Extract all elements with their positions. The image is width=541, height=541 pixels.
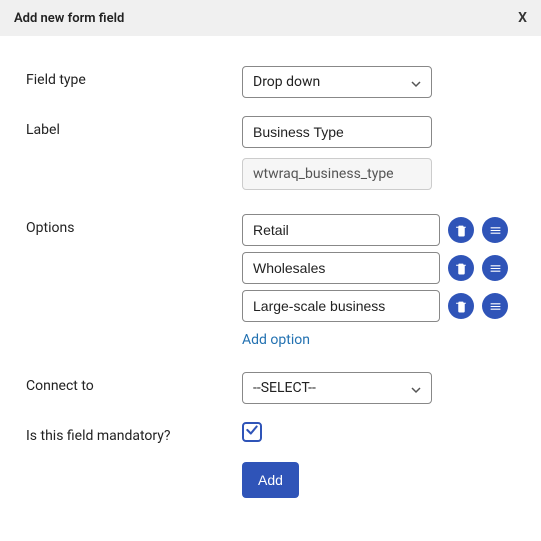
close-button[interactable]: X xyxy=(518,10,527,26)
modal-title: Add new form field xyxy=(14,11,124,26)
reorder-option-button[interactable] xyxy=(482,217,508,243)
chevron-down-icon xyxy=(411,77,421,87)
option-row xyxy=(242,290,515,322)
trash-icon xyxy=(455,224,468,237)
trash-icon xyxy=(455,300,468,313)
connect-to-label: Connect to xyxy=(26,372,242,394)
trash-icon xyxy=(455,262,468,275)
modal-header: Add new form field X xyxy=(0,0,541,36)
field-type-select[interactable]: Drop down xyxy=(242,66,432,98)
mandatory-label: Is this field mandatory? xyxy=(26,422,242,444)
connect-to-value: --SELECT-- xyxy=(253,380,316,396)
add-option-link[interactable]: Add option xyxy=(242,332,310,348)
options-label: Options xyxy=(26,214,242,236)
option-input[interactable] xyxy=(242,252,440,284)
mandatory-checkbox[interactable] xyxy=(242,422,262,442)
field-type-label: Field type xyxy=(26,66,242,88)
option-row xyxy=(242,252,515,284)
menu-icon xyxy=(489,300,502,313)
options-list xyxy=(242,214,515,322)
option-row xyxy=(242,214,515,246)
menu-icon xyxy=(489,224,502,237)
reorder-option-button[interactable] xyxy=(482,293,508,319)
slug-value: wtwraq_business_type xyxy=(253,166,394,182)
option-input[interactable] xyxy=(242,290,440,322)
form-body: Field type Drop down Label wtwraq_busine… xyxy=(0,36,541,518)
label-input[interactable] xyxy=(242,116,432,148)
option-input[interactable] xyxy=(242,214,440,246)
delete-option-button[interactable] xyxy=(448,293,474,319)
menu-icon xyxy=(489,262,502,275)
connect-to-select[interactable]: --SELECT-- xyxy=(242,372,432,404)
add-button[interactable]: Add xyxy=(242,462,299,498)
field-type-value: Drop down xyxy=(253,74,320,90)
check-icon xyxy=(245,423,259,441)
slug-readonly: wtwraq_business_type xyxy=(242,158,432,190)
label-label: Label xyxy=(26,116,242,138)
reorder-option-button[interactable] xyxy=(482,255,508,281)
delete-option-button[interactable] xyxy=(448,217,474,243)
delete-option-button[interactable] xyxy=(448,255,474,281)
chevron-down-icon xyxy=(411,383,421,393)
